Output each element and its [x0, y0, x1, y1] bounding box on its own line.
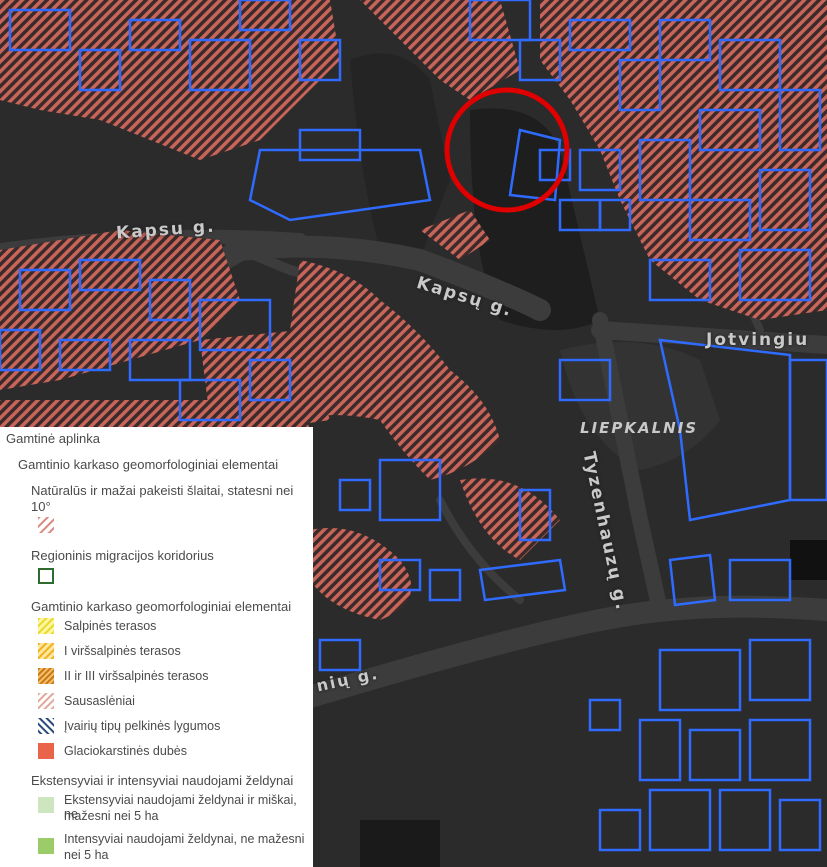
street-label-jotvingiu: Jotvingiu	[706, 330, 810, 350]
legend-group2-title: Gamtinio karkaso geomorfologiniai elemen…	[31, 599, 292, 614]
legend-item-ii-iii-virssalpines: II ir III viršsalpinės terasos	[64, 669, 209, 683]
legend-swatch-ii-iii-virssalpines	[38, 668, 54, 684]
district-label-liepkalnis: LIEPKALNIS	[580, 419, 699, 437]
legend-item-intensyviai: Intensyviai naudojami želdynai, ne mažes…	[64, 832, 305, 846]
legend-item-intensyviai-2: nei 5 ha	[64, 848, 109, 862]
legend-swatch-intensyviai	[38, 838, 54, 854]
legend-swatch-sausasleniai	[38, 693, 54, 709]
legend-item-corridor-label: Regioninis migracijos koridorius	[31, 548, 214, 563]
legend-swatch-slopes	[38, 517, 54, 533]
legend-swatch-glaciokarstines	[38, 743, 54, 759]
legend-swatch-corridor	[38, 568, 54, 584]
legend-panel: Gamtinė aplinka Gamtinio karkaso geomorf…	[0, 427, 313, 867]
legend-item-slopes-label: Natūralūs ir mažai pakeisti šlaitai, sta…	[31, 483, 294, 498]
legend-item-slopes-label-2: 10°	[31, 499, 51, 514]
legend-item-sausasleniai: Sausaslėniai	[64, 694, 135, 708]
legend-item-salpines: Salpinės terasos	[64, 619, 157, 633]
legend-item-glaciokarstines: Glaciokarstinės dubės	[64, 744, 187, 758]
legend-item-ekstensyviai-2: mažesni nei 5 ha	[64, 809, 159, 823]
legend-item-pelkines: Įvairių tipų pelkinės lygumos	[64, 719, 221, 733]
legend-item-i-virssalpines: I viršsalpinės terasos	[64, 644, 181, 658]
legend-swatch-i-virssalpines	[38, 643, 54, 659]
legend-group1-title: Gamtinio karkaso geomorfologiniai elemen…	[18, 457, 279, 472]
legend-title: Gamtinė aplinka	[6, 431, 100, 446]
legend-swatch-ekstensyviai	[38, 797, 54, 813]
legend-group3-title: Ekstensyviai ir intensyviai naudojami že…	[31, 773, 294, 788]
legend-swatch-pelkines	[38, 718, 54, 734]
legend-swatch-salpines	[38, 618, 54, 634]
